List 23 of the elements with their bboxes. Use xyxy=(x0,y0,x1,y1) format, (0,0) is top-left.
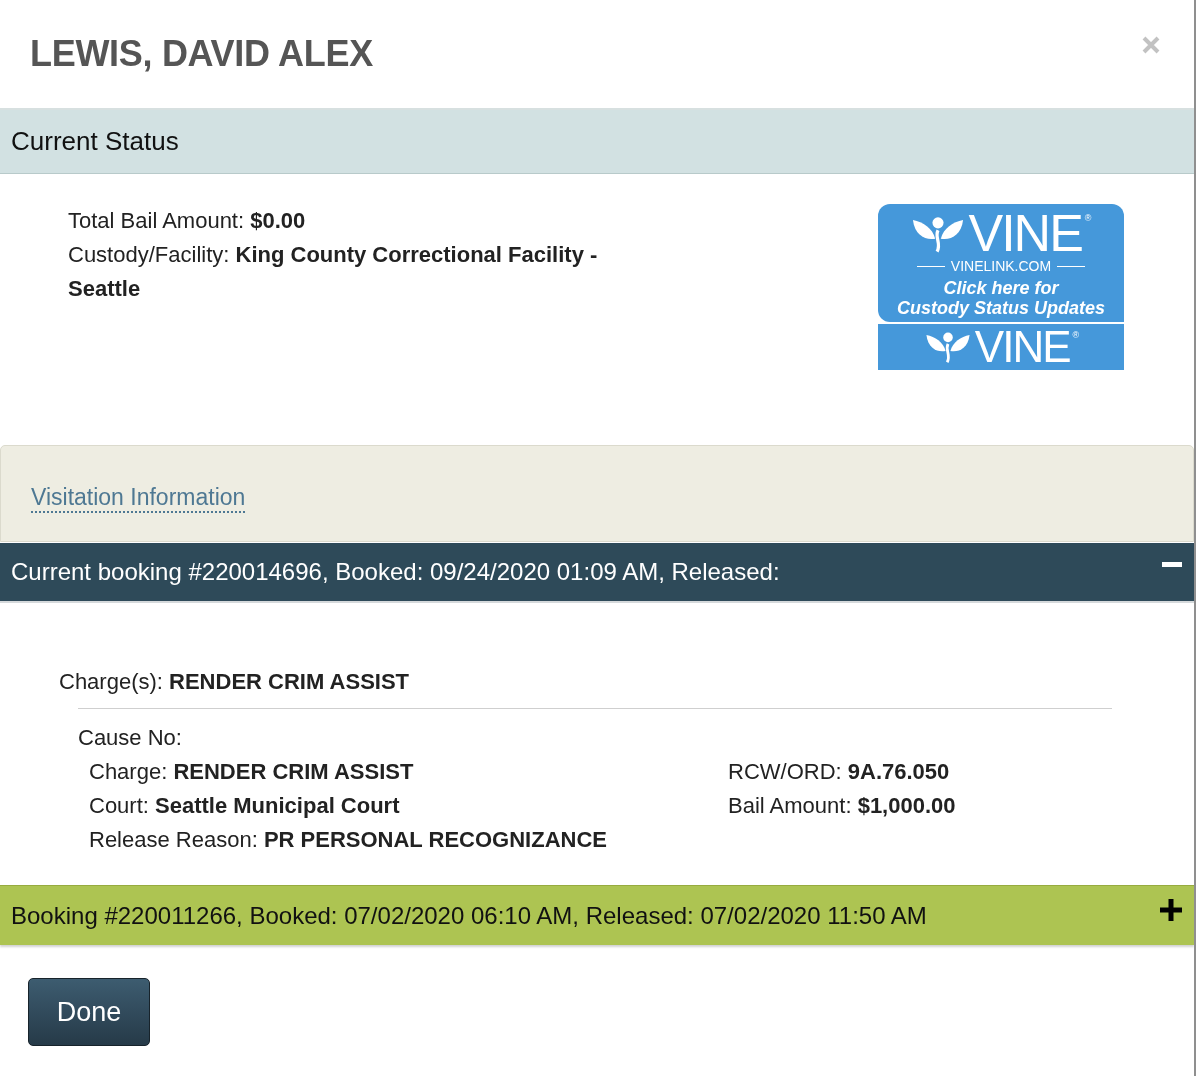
status-line: Total Bail Amount: $0.00 xyxy=(68,207,307,235)
detail-line: Release Reason: PR PERSONAL RECOGNIZANCE xyxy=(89,826,608,854)
banner-caption: Click here for Custody Status Updates xyxy=(897,278,1105,318)
booking-header[interactable]: Booking #220011266, Booked: 07/02/2020 06:10 AM, Released: 07/02/2020 11:50 AM xyxy=(0,885,1194,945)
detail-line: Bail Amount: $1,000.00 xyxy=(728,792,956,820)
done-button[interactable]: Done xyxy=(28,978,150,1046)
booking-header[interactable]: Current booking #220014696, Booked: 09/24/2020 01:09 AM, Released: xyxy=(0,543,1194,603)
visitation-link[interactable]: Visitation Information xyxy=(31,482,246,513)
cause-label: Cause No: xyxy=(78,724,183,752)
dialog-title: LEWIS, DAVID ALEX xyxy=(30,33,373,75)
collapse-icon[interactable] xyxy=(1162,561,1182,567)
status-line: Custody/Facility: King County Correctional Facility - Seattle xyxy=(68,241,599,303)
vine-wordmark: VINE$^{®}$ xyxy=(968,213,1090,253)
charges-line: Charge(s): RENDER CRIM ASSIST xyxy=(59,668,411,696)
leaf-logo-icon xyxy=(912,215,965,253)
detail-line: RCW/ORD: 9A.76.050 xyxy=(728,758,951,786)
leaf-logo-icon xyxy=(924,331,971,363)
detail-line: Court: Seattle Municipal Court xyxy=(89,792,401,820)
expand-icon[interactable] xyxy=(1160,898,1182,921)
section-header: Current Status xyxy=(0,110,1194,174)
site-label: VINELINK.COM xyxy=(950,258,1052,274)
detail-line: Charge: RENDER CRIM ASSIST xyxy=(89,758,415,786)
vine-wordmark: VINE$^{®}$ xyxy=(974,330,1078,364)
